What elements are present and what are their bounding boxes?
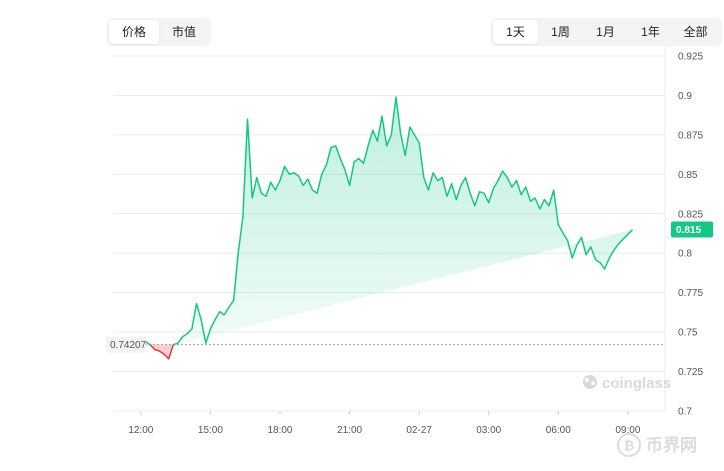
coinglass-logo-icon — [583, 375, 597, 389]
y-tick-label: 0.825 — [678, 209, 703, 220]
price-chart[interactable]: 0.7 0.725 0.75 0.775 0.8 0.825 0.85 0.875 0.9 0.9… — [0, 0, 724, 471]
y-tick-label: 0.8 — [678, 249, 692, 260]
y-tick-label: 0.875 — [678, 130, 703, 141]
y-tick-label: 0.725 — [678, 367, 703, 378]
baseline-label-text: 0.74207 — [110, 340, 147, 351]
svg-text:₿: ₿ — [624, 438, 635, 453]
y-tick-label: 0.85 — [678, 170, 698, 181]
x-tick-label: 21:00 — [337, 425, 362, 436]
current-price-badge: 0.815 — [671, 221, 713, 238]
coinglass-watermark: coinglass — [583, 375, 671, 392]
y-tick-label: 0.7 — [678, 407, 692, 418]
bitcoin-logo-icon: ₿ — [617, 433, 641, 457]
current-price-badge-text: 0.815 — [676, 225, 701, 236]
x-axis: 12:00 15:00 18:00 21:00 02-27 03:00 06:00 09:00 — [128, 411, 641, 436]
site-watermark-text: 币界网 — [646, 436, 697, 456]
x-tick-label: 02-27 — [406, 425, 432, 436]
x-tick-label: 12:00 — [128, 425, 153, 436]
y-tick-label: 0.775 — [678, 288, 703, 299]
y-tick-label: 0.925 — [678, 52, 703, 63]
x-tick-label: 03:00 — [476, 425, 501, 436]
y-tick-label: 0.75 — [678, 328, 698, 339]
x-tick-label: 06:00 — [546, 425, 571, 436]
coinglass-watermark-text: coinglass — [602, 375, 671, 392]
y-tick-label: 0.9 — [678, 91, 692, 102]
x-tick-label: 18:00 — [267, 425, 292, 436]
baseline-label: 0.74207 — [106, 336, 147, 353]
site-watermark: ₿ 币界网 — [617, 433, 697, 457]
x-tick-label: 15:00 — [198, 425, 223, 436]
